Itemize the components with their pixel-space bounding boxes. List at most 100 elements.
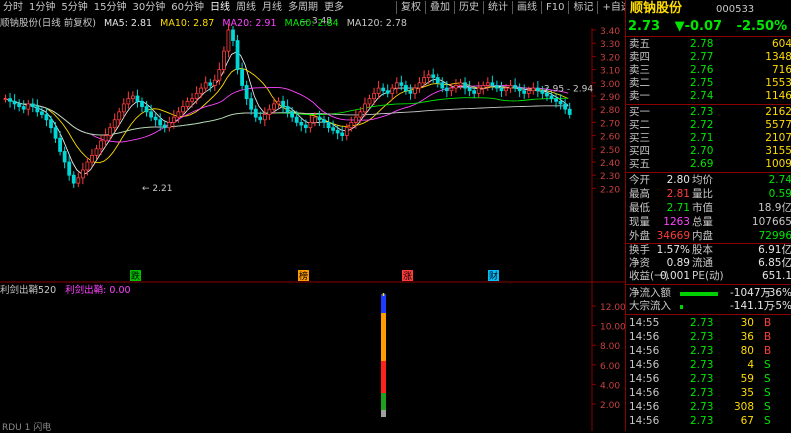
candle-body: [381, 87, 386, 92]
indicator-title[interactable]: 利剑出鞘520: [0, 285, 56, 296]
tick-volume: 67: [740, 415, 754, 427]
toolbar-button-6[interactable]: 标记: [568, 1, 597, 14]
bid-row: 买二 2.72 5577: [626, 119, 791, 132]
period-tab-9[interactable]: 多周期: [285, 1, 321, 15]
period-tab-7[interactable]: 周线: [233, 1, 259, 15]
tick-row: 14:56 2.73 59 S: [626, 373, 791, 386]
ask-price: 2.76: [690, 64, 714, 76]
candle-body: [108, 127, 113, 137]
stat-value: 2.74: [768, 174, 791, 186]
tick-volume: 59: [740, 373, 754, 385]
candle-body: [226, 29, 231, 52]
candle-body: [303, 124, 308, 129]
bid-volume: 3155: [765, 145, 791, 157]
candle-body: [508, 85, 513, 89]
candle-body: [308, 122, 313, 129]
candle-body: [3, 98, 8, 101]
event-marker: 跌: [131, 271, 140, 282]
candle-body: [8, 98, 12, 102]
toolbar-button-1[interactable]: 叠加: [425, 1, 454, 14]
candle-body: [517, 87, 522, 92]
candle-body: [94, 148, 99, 156]
period-tab-2[interactable]: 5分钟: [58, 1, 90, 15]
bid-volume: 1009: [765, 158, 791, 170]
period-tab-8[interactable]: 月线: [259, 1, 285, 15]
candle-body: [485, 82, 490, 86]
period-tab-10[interactable]: 更多: [321, 1, 347, 15]
flow-row: 大宗流入 -141.1万 -5%: [626, 300, 791, 313]
candle-body: [567, 108, 572, 115]
tick-time: 14:56: [629, 415, 660, 427]
candle-body: [85, 161, 90, 171]
flow-value: -141.1万: [730, 300, 775, 312]
price-tick-label: 2.50: [600, 146, 620, 156]
stat-value: 1263: [663, 216, 690, 228]
candle-body: [353, 116, 358, 123]
candle-body: [349, 122, 354, 129]
candle-body: [253, 108, 258, 118]
period-tab-5[interactable]: 60分钟: [168, 1, 207, 15]
ma60-label: MA60: 2.84: [284, 18, 339, 29]
candle-body: [44, 114, 49, 121]
last-price: 2.73: [628, 19, 661, 34]
candle-body: [554, 98, 558, 102]
period-tab-1[interactable]: 1分钟: [26, 1, 58, 15]
candle-body: [494, 85, 499, 89]
stat-value: 107665: [751, 216, 791, 228]
stat-row: 最低 2.71 市值 18.9亿: [626, 202, 791, 215]
toolbar-button-5[interactable]: F10: [541, 1, 568, 14]
chart-toolbar: 复权叠加历史统计画线F10标记+自选返回: [396, 0, 664, 14]
period-tab-6[interactable]: 日线: [207, 1, 233, 15]
ask-volume: 1553: [765, 77, 791, 89]
candle-body: [221, 50, 226, 70]
toolbar-button-2[interactable]: 历史: [454, 1, 483, 14]
candle-body: [35, 106, 40, 113]
candle-body: [90, 154, 94, 163]
bid-row: 买五 2.69 1009: [626, 158, 791, 171]
candle-body: [130, 95, 135, 100]
stat-value: 0.59: [768, 188, 791, 200]
candle-body: [290, 111, 295, 118]
candle-body: [526, 90, 531, 94]
ask-row: 卖二 2.75 1553: [626, 77, 791, 90]
stock-name: 顺钠股份: [630, 1, 683, 16]
toolbar-button-3[interactable]: 统计: [483, 1, 512, 14]
bid-volume: 2107: [765, 132, 791, 144]
stat-value: 18.9亿: [758, 202, 791, 214]
candle-body: [144, 106, 149, 113]
candle-body: [358, 111, 363, 118]
candle-body: [440, 82, 445, 89]
stat-label: 股本: [692, 244, 713, 256]
panel-separator: [626, 36, 791, 37]
candle-body: [258, 116, 263, 121]
candle-body: [322, 119, 326, 123]
kline-chart[interactable]: 3.40 3.30 3.20 3.10 3.00 2.90 2.80 2.70 2.60 2.50…: [0, 14, 625, 431]
indicator-tick-label: 10.00: [600, 323, 625, 333]
period-tab-4[interactable]: 30分钟: [129, 1, 168, 15]
period-tab-3[interactable]: 15分钟: [91, 1, 130, 15]
candle-body: [176, 111, 181, 118]
candle-body: [203, 82, 208, 89]
tick-volume: 35: [740, 387, 754, 399]
price-tick-label: 2.80: [600, 106, 620, 116]
bid-price: 2.71: [690, 132, 714, 144]
ma-legend: 顺钠股份(日线 前复权) MA5: 2.81 MA10: 2.87 MA20: …: [0, 15, 590, 29]
stat-label: 今开: [629, 174, 650, 186]
toolbar-button-0[interactable]: 复权: [396, 1, 425, 14]
ask-row: 卖四 2.77 1348: [626, 51, 791, 64]
candle-body: [103, 135, 108, 142]
period-tab-0[interactable]: 分时: [0, 1, 26, 15]
candle-body: [149, 111, 154, 118]
tick-price: 2.73: [690, 415, 714, 427]
tick-time: 14:56: [629, 373, 660, 385]
toolbar-button-4[interactable]: 画线: [512, 1, 541, 14]
ask-volume: 716: [771, 64, 791, 76]
tick-volume: 308: [733, 401, 754, 413]
ask-price: 2.77: [690, 51, 714, 63]
stat-label: 均价: [692, 174, 713, 186]
bid-label: 买五: [629, 158, 650, 170]
stock-code: 000533: [716, 4, 755, 15]
candle-body: [162, 124, 167, 129]
price-tick-label: 3.40: [600, 27, 620, 37]
stat-row: 现量 1263 总量 107665: [626, 216, 791, 229]
